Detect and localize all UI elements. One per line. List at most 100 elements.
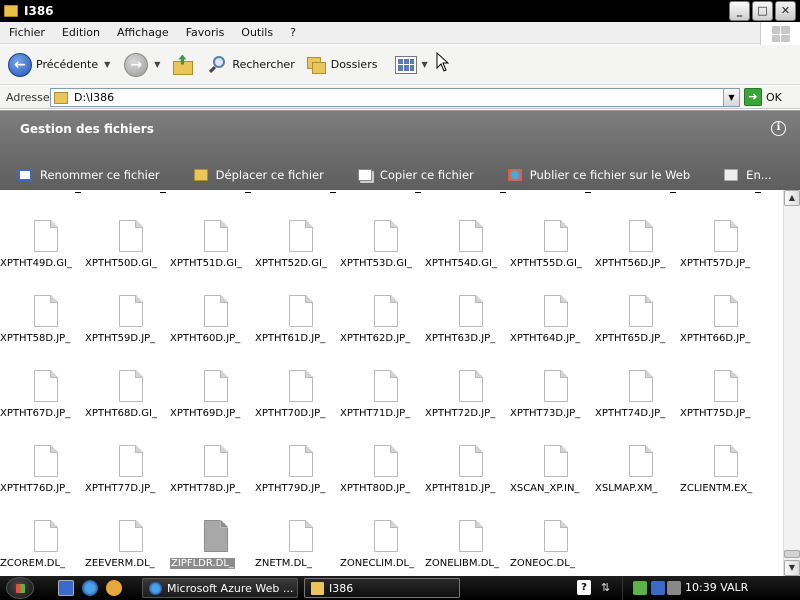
up-folder-button[interactable] bbox=[172, 50, 194, 80]
task-button-azure[interactable]: Microsoft Azure Web ... bbox=[142, 578, 298, 598]
minimize-button[interactable]: _ bbox=[729, 1, 750, 21]
file-item[interactable]: ZIPFLDR.DL_ bbox=[170, 520, 255, 576]
menu-affichage[interactable]: Affichage bbox=[108, 26, 177, 39]
file-item[interactable]: XPTHT50D.GI_ bbox=[85, 220, 170, 290]
file-item[interactable]: XPTHT54D.GI_ bbox=[425, 220, 510, 290]
copy-file-action[interactable]: Copier ce fichier bbox=[357, 168, 474, 182]
chevron-down-icon[interactable]: ▼ bbox=[104, 60, 110, 69]
file-item[interactable]: XPTHT72D.JP_ bbox=[425, 370, 510, 440]
file-item[interactable]: XSLMAP.XM_ bbox=[595, 445, 680, 515]
back-button[interactable]: ← Précédente ▼ bbox=[8, 50, 110, 80]
network-icon[interactable]: ⇅ bbox=[601, 580, 615, 595]
file-list[interactable]: XPTHT49D.GI_ XPTHT50D.GI_ XPTHT51D.GI_ XPTH… bbox=[0, 190, 783, 576]
move-file-action[interactable]: Déplacer ce fichier bbox=[193, 168, 324, 182]
tray-volume-icon[interactable] bbox=[667, 581, 681, 595]
tray-network-icon[interactable] bbox=[651, 581, 665, 595]
vertical-scrollbar[interactable]: ▲ ▼ bbox=[783, 190, 800, 576]
go-button[interactable]: ➜ OK bbox=[744, 88, 782, 106]
file-icon bbox=[374, 220, 398, 252]
file-icon bbox=[34, 445, 58, 477]
internet-explorer-icon[interactable] bbox=[82, 580, 98, 596]
file-item[interactable]: ZONEOC.DL_ bbox=[510, 520, 595, 576]
file-item[interactable]: XPTHT73D.JP_ bbox=[510, 370, 595, 440]
publish-web-action[interactable]: Publier ce fichier sur le Web bbox=[507, 168, 690, 182]
file-item[interactable]: XPTHT74D.JP_ bbox=[595, 370, 680, 440]
close-button[interactable]: ✕ bbox=[775, 1, 796, 21]
file-item[interactable]: XPTHT60D.JP_ bbox=[170, 295, 255, 365]
scroll-down-button[interactable]: ▼ bbox=[784, 560, 800, 576]
show-desktop-icon[interactable] bbox=[58, 580, 74, 596]
explorer-window: I386 _ □ ✕ Fichier Edition Affichage Fav… bbox=[0, 0, 800, 576]
file-item[interactable]: XPTHT55D.GI_ bbox=[510, 220, 595, 290]
email-file-action[interactable]: En... bbox=[724, 168, 772, 182]
folders-label: Dossiers bbox=[330, 58, 378, 71]
chevron-down-icon[interactable]: ▼ bbox=[723, 89, 739, 106]
menu-outils[interactable]: Outils bbox=[232, 26, 281, 39]
menu-edition[interactable]: Edition bbox=[53, 26, 108, 39]
maximize-button[interactable]: □ bbox=[752, 1, 773, 21]
menu-favoris[interactable]: Favoris bbox=[177, 26, 233, 39]
file-item[interactable]: XPTHT62D.JP_ bbox=[340, 295, 425, 365]
file-item[interactable]: XPTHT71D.JP_ bbox=[340, 370, 425, 440]
file-item[interactable]: XPTHT77D.JP_ bbox=[85, 445, 170, 515]
tray-app-icon[interactable] bbox=[633, 581, 647, 595]
rename-file-action[interactable]: Renommer ce fichier bbox=[18, 168, 160, 182]
previous-row-labels bbox=[0, 190, 783, 200]
file-item[interactable]: ZNETM.DL_ bbox=[255, 520, 340, 576]
file-item[interactable]: ZEEVERM.DL_ bbox=[85, 520, 170, 576]
scroll-up-button[interactable]: ▲ bbox=[784, 190, 800, 206]
file-item[interactable]: ZCOREM.DL_ bbox=[0, 520, 85, 576]
file-item[interactable]: XPTHT79D.JP_ bbox=[255, 445, 340, 515]
task-button-i386[interactable]: I386 bbox=[304, 578, 460, 598]
file-item[interactable]: XPTHT81D.JP_ bbox=[425, 445, 510, 515]
info-icon[interactable]: i bbox=[771, 121, 786, 136]
file-item[interactable]: XPTHT57D.JP_ bbox=[680, 220, 765, 290]
file-item[interactable]: XPTHT64D.JP_ bbox=[510, 295, 595, 365]
chevron-down-icon[interactable]: ▼ bbox=[421, 60, 427, 69]
scroll-thumb[interactable] bbox=[784, 550, 800, 558]
file-name: XPTHT73D.JP_ bbox=[510, 408, 581, 419]
clock: 10:39 VALR bbox=[685, 581, 749, 594]
file-item[interactable]: XPTHT63D.JP_ bbox=[425, 295, 510, 365]
start-button[interactable] bbox=[6, 577, 34, 599]
views-button[interactable]: ▼ bbox=[395, 50, 428, 80]
file-label: XPTHT68D.GI_ bbox=[85, 408, 175, 419]
file-label: XPTHT80D.JP_ bbox=[340, 483, 430, 494]
file-item[interactable]: XPTHT67D.JP_ bbox=[0, 370, 85, 440]
forward-button[interactable]: → ▼ bbox=[124, 50, 160, 80]
file-item[interactable]: XPTHT53D.GI_ bbox=[340, 220, 425, 290]
media-player-icon[interactable] bbox=[106, 580, 122, 596]
toolbar: ← Précédente ▼ → ▼ Rechercher Dossiers ▼ bbox=[0, 45, 800, 85]
file-item[interactable]: XPTHT58D.JP_ bbox=[0, 295, 85, 365]
file-item[interactable]: ZCLIENTM.EX_ bbox=[680, 445, 765, 515]
file-label: XPTHT79D.JP_ bbox=[255, 483, 345, 494]
file-item[interactable]: XPTHT61D.JP_ bbox=[255, 295, 340, 365]
file-item[interactable]: XPTHT52D.GI_ bbox=[255, 220, 340, 290]
chevron-down-icon[interactable]: ▼ bbox=[154, 60, 160, 69]
file-icon bbox=[119, 220, 143, 252]
file-item[interactable]: ZONECLIM.DL_ bbox=[340, 520, 425, 576]
file-item[interactable]: XPTHT76D.JP_ bbox=[0, 445, 85, 515]
file-item[interactable]: ZONELIBM.DL_ bbox=[425, 520, 510, 576]
folders-button[interactable]: Dossiers bbox=[306, 50, 378, 80]
help-icon[interactable]: ? bbox=[577, 580, 591, 595]
file-item[interactable]: XPTHT49D.GI_ bbox=[0, 220, 85, 290]
file-item[interactable]: XPTHT51D.GI_ bbox=[170, 220, 255, 290]
title-bar[interactable]: I386 _ □ ✕ bbox=[0, 0, 800, 22]
file-item[interactable]: XPTHT56D.JP_ bbox=[595, 220, 680, 290]
file-item[interactable]: XPTHT75D.JP_ bbox=[680, 370, 765, 440]
file-item[interactable]: XPTHT80D.JP_ bbox=[340, 445, 425, 515]
file-label: XPTHT63D.JP_ bbox=[425, 333, 515, 344]
file-item[interactable]: XPTHT65D.JP_ bbox=[595, 295, 680, 365]
file-item[interactable]: XPTHT66D.JP_ bbox=[680, 295, 765, 365]
address-input[interactable]: D:\I386 ▼ bbox=[50, 88, 740, 107]
file-item[interactable]: XPTHT68D.GI_ bbox=[85, 370, 170, 440]
file-item[interactable]: XPTHT59D.JP_ bbox=[85, 295, 170, 365]
file-item[interactable]: XPTHT78D.JP_ bbox=[170, 445, 255, 515]
file-item[interactable]: XPTHT69D.JP_ bbox=[170, 370, 255, 440]
file-item[interactable]: XPTHT70D.JP_ bbox=[255, 370, 340, 440]
file-item[interactable]: XSCAN_XP.IN_ bbox=[510, 445, 595, 515]
menu-help[interactable]: ? bbox=[281, 26, 304, 39]
search-button[interactable]: Rechercher bbox=[208, 50, 295, 80]
menu-fichier[interactable]: Fichier bbox=[0, 26, 53, 39]
